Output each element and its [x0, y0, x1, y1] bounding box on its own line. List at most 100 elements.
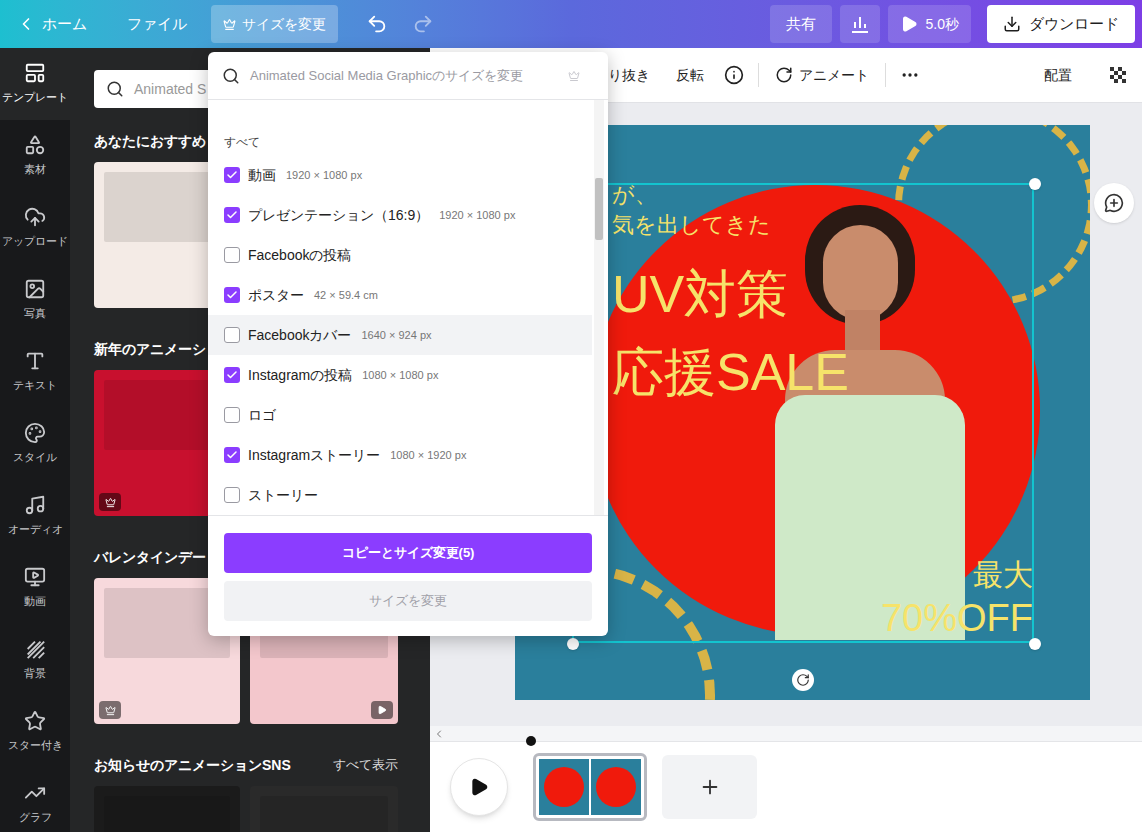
editor-window: ホーム ファイル サイズを変更 共有 5.0秒ダウンロードテンプレート素材アップロード写… — [0, 0, 1142, 832]
undo-icon[interactable] — [366, 13, 388, 35]
option-checkbox[interactable] — [224, 287, 240, 303]
resize-button[interactable]: サイズを変更 — [211, 5, 338, 43]
flip-button[interactable]: 反転 — [676, 65, 704, 86]
size-option[interactable]: Instagramの投稿1080 × 1080 px — [208, 355, 592, 395]
template-card[interactable] — [250, 786, 398, 832]
selection-box[interactable] — [572, 183, 1034, 643]
crown-icon — [568, 70, 580, 82]
resize-search[interactable]: Animated Social Media Graphicのサイズを変更 — [208, 52, 608, 100]
page-thumbnail[interactable] — [533, 753, 647, 821]
photo-icon — [24, 278, 46, 300]
see-all-link[interactable]: すべて表示 — [333, 755, 398, 775]
insights-button[interactable] — [840, 5, 880, 43]
size-option[interactable]: Instagramストーリー1080 × 1920 px — [208, 435, 592, 475]
template-preview — [104, 796, 230, 832]
headline-text[interactable]: UV対策 — [612, 255, 849, 333]
tagline-text[interactable]: 気を出してきた — [612, 210, 771, 240]
home-button[interactable]: ホーム — [16, 13, 87, 36]
premium-badge — [99, 493, 121, 511]
premium-badge — [99, 701, 121, 719]
add-comment-button[interactable] — [1094, 183, 1134, 223]
rail-item[interactable]: 素材 — [0, 120, 70, 192]
option-checkbox[interactable] — [224, 167, 240, 183]
template-icon — [24, 62, 46, 84]
plus-icon — [699, 776, 721, 798]
play-icon — [377, 705, 387, 715]
offer-text[interactable]: 最大 — [881, 555, 1033, 595]
resize-handle[interactable] — [567, 638, 579, 650]
scrollbar-thumb[interactable] — [595, 178, 603, 240]
share-button[interactable]: 共有 — [770, 5, 832, 43]
download-icon — [1003, 15, 1021, 33]
palette-icon — [24, 422, 46, 444]
resize-handle[interactable] — [1029, 638, 1041, 650]
section-title: あなたにおすすめ — [94, 131, 206, 152]
top-bar: ホーム ファイル サイズを変更 共有 5.0秒ダウンロード — [0, 0, 1142, 48]
size-option[interactable]: ストーリー — [208, 475, 592, 515]
size-option[interactable]: ポスター42 × 59.4 cm — [208, 275, 592, 315]
play-button[interactable]: 5.0秒 — [888, 5, 971, 43]
rail-item[interactable]: アップロード — [0, 192, 70, 264]
size-option[interactable]: 動画1920 × 1080 px — [208, 155, 592, 195]
add-page-button[interactable] — [662, 755, 757, 819]
template-section: お知らせのアニメーションSNSすべて表示 — [94, 755, 406, 832]
offer-text[interactable]: 70%OFF — [881, 595, 1033, 641]
rail-item[interactable]: 動画 — [0, 552, 70, 624]
rail-item[interactable]: オーディオ — [0, 480, 70, 552]
rail-item[interactable]: 背景 — [0, 624, 70, 696]
option-checkbox[interactable] — [224, 447, 240, 463]
check-icon — [226, 449, 238, 461]
play-icon — [469, 777, 489, 797]
rail-item[interactable]: スター付き — [0, 696, 70, 768]
option-checkbox[interactable] — [224, 407, 240, 423]
search-icon — [222, 67, 240, 85]
scroll-left-icon[interactable] — [433, 728, 445, 740]
rail-item[interactable]: グラフ — [0, 768, 70, 832]
music-icon — [24, 494, 46, 516]
option-checkbox[interactable] — [224, 207, 240, 223]
option-checkbox[interactable] — [224, 487, 240, 503]
rail-item[interactable]: テキスト — [0, 336, 70, 408]
option-checkbox[interactable] — [224, 367, 240, 383]
star-icon — [24, 710, 46, 732]
check-icon — [226, 169, 238, 181]
size-option[interactable]: Facebookの投稿 — [208, 235, 592, 275]
size-option[interactable]: プレゼンテーション（16:9）1920 × 1080 px — [208, 195, 592, 235]
size-option[interactable]: Facebookカバー1640 × 924 px — [208, 315, 592, 355]
rotate-handle[interactable] — [792, 669, 814, 691]
crown-icon — [223, 18, 236, 31]
animate-icon — [775, 66, 793, 84]
copy-resize-button[interactable]: コピーとサイズ変更(5) — [224, 533, 592, 573]
text-icon — [24, 350, 46, 372]
timeline-play-button[interactable] — [450, 758, 508, 816]
template-card[interactable] — [94, 786, 240, 832]
position-button[interactable]: 配置 — [1044, 65, 1072, 86]
more-icon[interactable] — [900, 65, 920, 85]
resize-handle[interactable] — [1029, 178, 1041, 190]
check-icon — [226, 289, 238, 301]
animate-button[interactable]: アニメート — [775, 65, 869, 86]
redo-icon[interactable] — [412, 13, 434, 35]
size-option[interactable]: ロゴ — [208, 395, 592, 435]
info-icon[interactable] — [724, 65, 744, 85]
toolbar-divider — [885, 63, 886, 87]
section-title: バレンタインデー — [94, 547, 206, 568]
headline-text[interactable]: 応援SALE — [612, 333, 849, 411]
video-badge — [371, 701, 393, 719]
file-menu[interactable]: ファイル — [127, 13, 187, 36]
rail-item[interactable]: 写真 — [0, 264, 70, 336]
option-checkbox[interactable] — [224, 327, 240, 343]
crown-icon — [105, 705, 116, 716]
rotate-icon — [796, 673, 810, 687]
option-checkbox[interactable] — [224, 247, 240, 263]
video-icon — [24, 566, 46, 588]
model-photo — [745, 180, 1005, 640]
rail-item[interactable]: テンプレート — [0, 48, 70, 120]
crop-button[interactable]: り抜き — [608, 65, 650, 86]
transparency-icon[interactable] — [1108, 65, 1128, 85]
group-label: すべて — [208, 133, 608, 149]
check-icon — [226, 369, 238, 381]
rail-item[interactable]: スタイル — [0, 408, 70, 480]
download-button[interactable]: ダウンロード — [987, 5, 1135, 43]
playhead[interactable] — [526, 736, 536, 746]
